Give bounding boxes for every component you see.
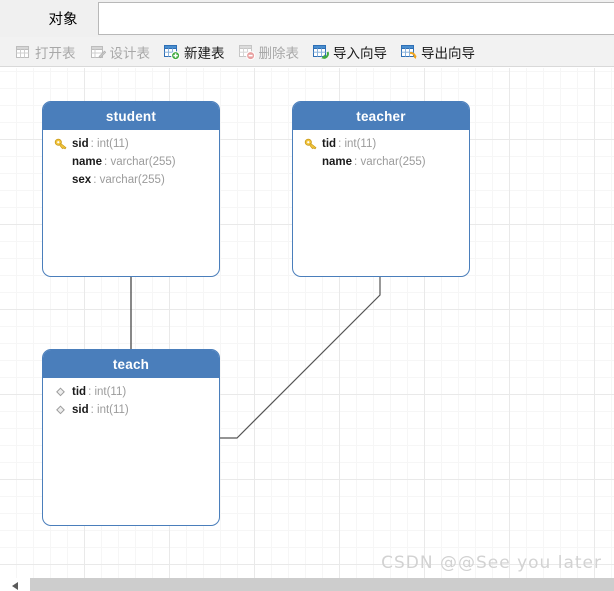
navicat-model-designer-window: 对象 打开表 设计表 新建表 删除表 导入向导 导出向导 student sid… (0, 0, 614, 591)
export-wizard-label: 导出向导 (421, 45, 475, 61)
open-table-button[interactable]: 打开表 (11, 40, 81, 64)
design-table-icon (90, 44, 106, 60)
field-type: varchar(255) (99, 174, 165, 186)
delete-table-icon (238, 44, 255, 60)
new-table-icon (164, 44, 181, 60)
table-row[interactable]: tid: int(11) (293, 135, 469, 153)
field-type: int(11) (97, 138, 129, 150)
open-table-label: 打开表 (35, 45, 76, 61)
import-wizard-button[interactable]: 导入向导 (309, 40, 392, 64)
scrollbar-thumb[interactable] (30, 578, 614, 591)
field-name: sex (72, 174, 92, 186)
table-row[interactable]: sid: int(11) (43, 135, 219, 153)
tab-objects[interactable]: 对象 (28, 0, 98, 36)
entity-student[interactable]: student sid: int(11) name: varchar(255) … (42, 101, 220, 277)
primary-key-icon (304, 137, 318, 151)
tab-strip: 对象 (0, 0, 614, 37)
new-table-button[interactable]: 新建表 (160, 40, 230, 64)
field-name: sid (72, 138, 89, 150)
table-row[interactable]: tid: int(11) (43, 383, 219, 401)
delete-table-button[interactable]: 删除表 (235, 40, 305, 64)
delete-table-label: 删除表 (258, 45, 300, 61)
field-type: int(11) (97, 404, 129, 416)
entity-teach-fields: tid: int(11) sid: int(11) (43, 378, 219, 419)
field-name: tid (322, 138, 337, 150)
table-row[interactable]: sid: int(11) (43, 401, 219, 419)
export-wizard-icon (401, 44, 417, 60)
design-table-button[interactable]: 设计表 (86, 40, 156, 64)
tab-objects-label: 对象 (48, 11, 78, 28)
export-wizard-button[interactable]: 导出向导 (397, 40, 480, 64)
entity-teacher-fields: tid: int(11) name: varchar(255) (293, 130, 469, 171)
import-wizard-icon (313, 44, 329, 60)
tab-content-pane (98, 2, 614, 35)
toolbar: 打开表 设计表 新建表 删除表 导入向导 导出向导 (0, 37, 614, 67)
field-name: tid (72, 386, 87, 398)
foreign-key-icon (54, 385, 68, 399)
open-table-icon (15, 44, 31, 60)
field-type: int(11) (94, 386, 127, 398)
field-type: int(11) (344, 138, 377, 150)
model-diagram-canvas[interactable]: student sid: int(11) name: varchar(255) … (0, 68, 614, 591)
entity-teacher-header: teacher (293, 102, 469, 130)
horizontal-scrollbar[interactable] (0, 578, 614, 591)
field-name: name (322, 156, 353, 168)
entity-teach-title: teach (112, 356, 150, 372)
table-row[interactable]: name: varchar(255) (293, 153, 469, 171)
design-table-label: 设计表 (109, 45, 151, 61)
entity-student-title: student (105, 108, 157, 124)
watermark-text: CSDN @@See you later (381, 553, 602, 573)
field-name: name (72, 156, 103, 168)
entity-teacher-title: teacher (356, 108, 406, 124)
import-wizard-label: 导入向导 (333, 45, 387, 61)
foreign-key-icon (54, 403, 68, 417)
primary-key-icon (54, 137, 68, 151)
table-row[interactable]: name: varchar(255) (43, 153, 219, 171)
field-name: sid (72, 404, 89, 416)
table-row[interactable]: sex: varchar(255) (43, 171, 219, 189)
new-table-label: 新建表 (184, 45, 225, 61)
scroll-left-arrow-icon[interactable] (0, 578, 30, 591)
entity-teacher[interactable]: teacher tid: int(11) name: varchar(255) (292, 101, 470, 277)
field-type: varchar(255) (360, 156, 426, 168)
entity-teach-header: teach (43, 350, 219, 378)
entity-student-fields: sid: int(11) name: varchar(255) sex: var… (43, 130, 219, 189)
entity-student-header: student (43, 102, 219, 130)
field-type: varchar(255) (110, 156, 176, 168)
entity-teach[interactable]: teach tid: int(11) sid: int(11) (42, 349, 220, 526)
relation-teacher-teach (220, 277, 381, 439)
